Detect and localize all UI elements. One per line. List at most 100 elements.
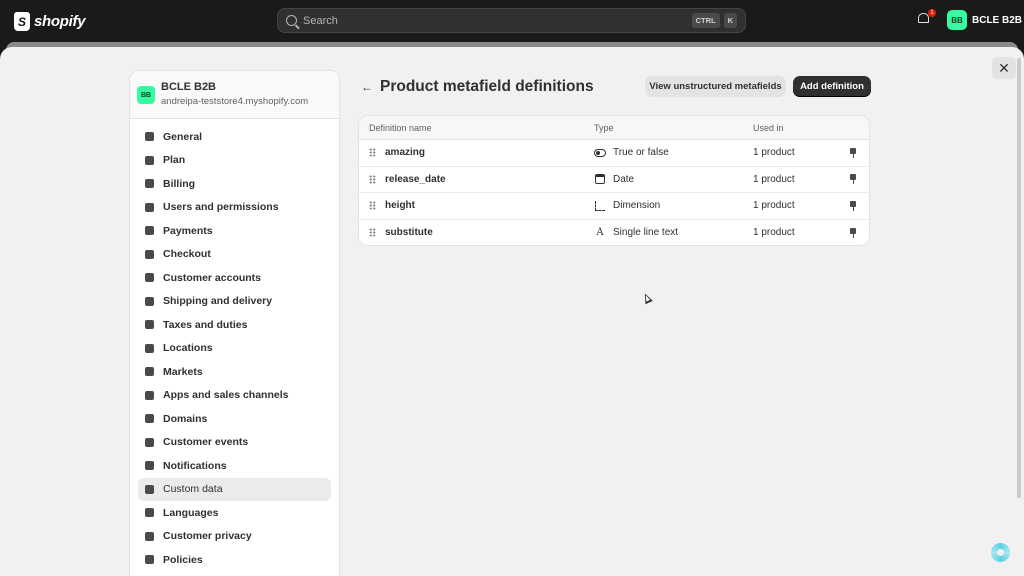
sidebar-item-policies[interactable]: Policies bbox=[138, 548, 331, 572]
toggle-icon bbox=[594, 148, 606, 158]
metafield-definitions-table: Definition name Type Used in amazing True… bbox=[358, 115, 870, 246]
store-name: BCLE B2B bbox=[161, 81, 217, 93]
apps-icon bbox=[144, 390, 154, 400]
search-icon bbox=[286, 15, 297, 26]
store-header[interactable]: BB BCLE B2B andreipa-teststore4.myshopif… bbox=[130, 71, 339, 119]
sidebar-item-notifications[interactable]: Notifications bbox=[138, 454, 331, 478]
text-icon: A bbox=[596, 227, 604, 239]
sidebar-item-billing[interactable]: Billing bbox=[138, 172, 331, 196]
table-row[interactable]: substitute A Single line text 1 product bbox=[359, 220, 869, 246]
definition-name-cell: release_date bbox=[359, 174, 594, 185]
sidebar-item-label: Policies bbox=[163, 553, 203, 566]
dollar-icon bbox=[144, 179, 154, 189]
shopify-logo[interactable]: shopify bbox=[14, 11, 86, 31]
dimension-icon bbox=[594, 200, 606, 211]
person-icon bbox=[144, 273, 154, 283]
sidebar-item-plan[interactable]: Plan bbox=[138, 149, 331, 173]
add-definition-button[interactable]: Add definition bbox=[793, 76, 871, 97]
sidebar-item-payments[interactable]: Payments bbox=[138, 219, 331, 243]
sidebar-item-users-and-permissions[interactable]: Users and permissions bbox=[138, 196, 331, 220]
document-icon bbox=[144, 555, 154, 565]
definition-name-cell: amazing bbox=[359, 147, 594, 158]
scrollbar[interactable] bbox=[1017, 58, 1021, 498]
sidebar-item-locations[interactable]: Locations bbox=[138, 337, 331, 361]
type-cell: A Single line text bbox=[594, 227, 753, 238]
drag-handle-icon[interactable] bbox=[369, 174, 376, 184]
sidebar-item-label: Customer accounts bbox=[163, 271, 262, 284]
definition-name-cell: height bbox=[359, 200, 594, 211]
sidebar-item-label: Checkout bbox=[163, 248, 211, 261]
pin-button[interactable] bbox=[843, 174, 863, 185]
sidebar-item-checkout[interactable]: Checkout bbox=[138, 243, 331, 267]
sidebar-item-customer-accounts[interactable]: Customer accounts bbox=[138, 266, 331, 290]
location-pin-icon bbox=[144, 343, 154, 353]
shortcut-key-ctrl: CTRL bbox=[691, 13, 720, 28]
drag-handle-icon[interactable] bbox=[369, 228, 376, 238]
sidebar-item-custom-data[interactable]: Custom data bbox=[138, 477, 331, 501]
drag-handle-icon[interactable] bbox=[369, 148, 376, 158]
sidebar-item-label: Apps and sales channels bbox=[163, 389, 289, 402]
sidebar-item-shipping-and-delivery[interactable]: Shipping and delivery bbox=[138, 290, 331, 314]
table-row[interactable]: amazing True or false 1 product bbox=[359, 140, 869, 167]
domain-icon bbox=[144, 414, 154, 424]
sidebar-item-customer-events[interactable]: Customer events bbox=[138, 431, 331, 455]
search-input[interactable]: Search CTRL K bbox=[277, 8, 746, 33]
account-menu-button[interactable]: BB BCLE B2B bbox=[947, 10, 1022, 30]
sidebar-item-label: Plan bbox=[163, 154, 186, 167]
type-label: Single line text bbox=[613, 227, 679, 239]
sidebar-item-general[interactable]: General bbox=[138, 125, 331, 149]
sidebar-item-label: General bbox=[163, 130, 203, 143]
sidebar-item-markets[interactable]: Markets bbox=[138, 360, 331, 384]
sidebar-item-taxes-and-duties[interactable]: Taxes and duties bbox=[138, 313, 331, 337]
settings-nav: General Plan Billing Users and permissions P… bbox=[130, 119, 339, 572]
shopify-bag-icon bbox=[14, 11, 30, 31]
type-cell: Dimension bbox=[594, 200, 753, 211]
back-arrow-icon[interactable]: ← bbox=[361, 80, 373, 94]
bell-icon bbox=[144, 461, 154, 471]
sidebar-item-label: Custom data bbox=[163, 483, 223, 496]
sidebar-item-apps-and-sales-channels[interactable]: Apps and sales channels bbox=[138, 384, 331, 408]
sidebar-item-domains[interactable]: Domains bbox=[138, 407, 331, 431]
type-cell: True or false bbox=[594, 147, 753, 158]
definition-name: release_date bbox=[385, 173, 446, 185]
shortcut-key-k: K bbox=[723, 13, 737, 28]
cursor-click-icon bbox=[144, 437, 154, 447]
cart-icon bbox=[144, 249, 154, 259]
pin-button[interactable] bbox=[843, 227, 863, 238]
column-header-used-in: Used in bbox=[753, 122, 784, 133]
globe-icon bbox=[144, 367, 154, 377]
close-button[interactable]: ✕ bbox=[992, 57, 1016, 79]
sidebar-item-label: Languages bbox=[163, 506, 219, 519]
column-header-definition-name: Definition name bbox=[369, 122, 432, 133]
pin-button[interactable] bbox=[843, 147, 863, 158]
view-unstructured-metafields-button[interactable]: View unstructured metafields bbox=[645, 76, 786, 97]
money-bag-icon bbox=[144, 320, 154, 330]
sidebar-item-customer-privacy[interactable]: Customer privacy bbox=[138, 525, 331, 549]
users-icon bbox=[144, 202, 154, 212]
sidebar-item-label: Customer privacy bbox=[163, 530, 252, 543]
database-icon bbox=[144, 484, 154, 494]
drag-handle-icon[interactable] bbox=[369, 201, 376, 211]
table-row[interactable]: release_date Date 1 product bbox=[359, 167, 869, 193]
pin-button[interactable] bbox=[843, 200, 863, 211]
sidebar-item-label: Shipping and delivery bbox=[163, 295, 273, 308]
sidebar-item-label: Customer events bbox=[163, 436, 249, 449]
sidebar-item-label: Locations bbox=[163, 342, 213, 355]
table-body: amazing True or false 1 product release_dat… bbox=[359, 140, 869, 246]
pin-icon bbox=[849, 147, 857, 158]
type-label: Date bbox=[613, 173, 635, 185]
used-in-cell: 1 product bbox=[753, 200, 795, 212]
type-label: Dimension bbox=[613, 200, 661, 212]
store-avatar: BB bbox=[137, 86, 155, 104]
sidebar-item-label: Domains bbox=[163, 412, 208, 425]
sidebar-item-label: Payments bbox=[163, 224, 213, 237]
calendar-icon bbox=[594, 174, 606, 185]
sidebar-item-languages[interactable]: Languages bbox=[138, 501, 331, 525]
logo-text: shopify bbox=[34, 12, 86, 30]
help-lifebuoy-icon[interactable] bbox=[991, 543, 1010, 562]
table-row[interactable]: height Dimension 1 product bbox=[359, 193, 869, 220]
notifications-button[interactable]: 1 bbox=[918, 9, 936, 26]
search-placeholder: Search bbox=[303, 14, 338, 27]
definition-name-cell: substitute bbox=[359, 227, 594, 238]
account-name: BCLE B2B bbox=[972, 14, 1023, 26]
